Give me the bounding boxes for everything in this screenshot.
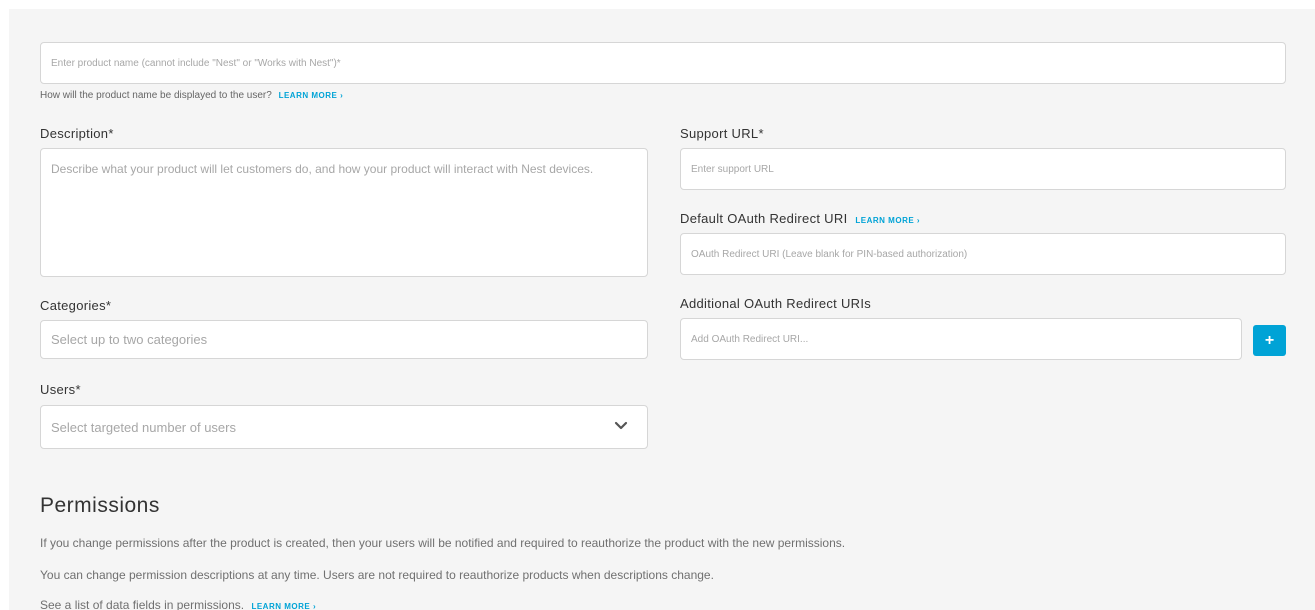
- product-name-hint: How will the product name be displayed t…: [40, 90, 272, 101]
- additional-oauth-placeholder: Add OAuth Redirect URI...: [691, 333, 809, 345]
- additional-oauth-label: Additional OAuth Redirect URIs: [680, 296, 872, 311]
- default-oauth-input[interactable]: OAuth Redirect URI (Leave blank for PIN-…: [680, 233, 1286, 275]
- additional-oauth-input[interactable]: Add OAuth Redirect URI...: [680, 318, 1242, 360]
- default-oauth-label-row: Default OAuth Redirect URI LEARN MORE ›: [680, 211, 920, 226]
- permissions-text-1: If you change permissions after the prod…: [40, 536, 846, 550]
- categories-input[interactable]: Select up to two categories: [40, 320, 648, 359]
- users-select[interactable]: Select targeted number of users: [40, 405, 648, 449]
- permissions-learn-more-link[interactable]: LEARN MORE ›: [251, 602, 316, 610]
- product-name-input[interactable]: Enter product name (cannot include "Nest…: [40, 42, 1286, 84]
- permissions-text-2: You can change permission descriptions a…: [40, 568, 714, 582]
- description-placeholder: Describe what your product will let cust…: [51, 162, 594, 176]
- permissions-text-3: See a list of data fields in permissions…: [40, 598, 245, 610]
- description-label: Description*: [40, 126, 114, 141]
- product-name-learn-more-link[interactable]: LEARN MORE ›: [279, 91, 344, 100]
- support-url-placeholder: Enter support URL: [691, 163, 774, 175]
- permissions-text-3-row: See a list of data fields in permissions…: [40, 598, 316, 610]
- default-oauth-label: Default OAuth Redirect URI: [680, 211, 848, 226]
- add-oauth-uri-button[interactable]: +: [1253, 325, 1286, 356]
- product-name-hint-row: How will the product name be displayed t…: [40, 90, 343, 101]
- support-url-label: Support URL*: [680, 126, 764, 141]
- chevron-down-icon: [614, 421, 628, 430]
- plus-icon: +: [1264, 331, 1275, 349]
- users-selected-value: Select targeted number of users: [51, 419, 236, 435]
- default-oauth-placeholder: OAuth Redirect URI (Leave blank for PIN-…: [691, 248, 968, 260]
- default-oauth-learn-more-link[interactable]: LEARN MORE ›: [855, 216, 920, 225]
- description-textarea[interactable]: Describe what your product will let cust…: [40, 148, 648, 277]
- support-url-input[interactable]: Enter support URL: [680, 148, 1286, 190]
- users-label: Users*: [40, 382, 81, 397]
- product-name-placeholder: Enter product name (cannot include "Nest…: [51, 57, 341, 69]
- categories-label: Categories*: [40, 298, 112, 313]
- permissions-title: Permissions: [40, 494, 160, 517]
- categories-placeholder: Select up to two categories: [51, 332, 208, 347]
